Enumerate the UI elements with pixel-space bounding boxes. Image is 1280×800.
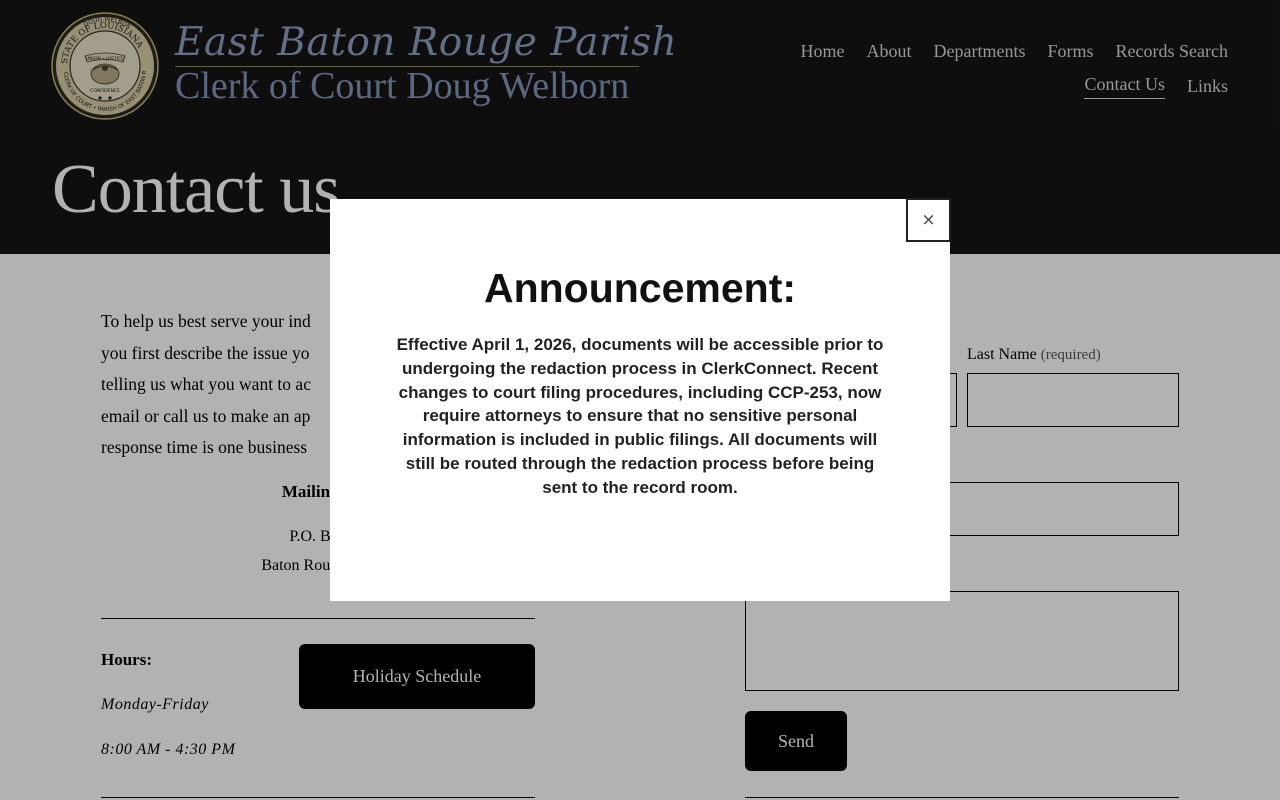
announcement-title: Announcement: bbox=[483, 265, 797, 311]
announcement-modal: × Announcement: Effective April 1, 2026,… bbox=[330, 198, 951, 601]
announcement-body: Effective April 1, 2026, documents will … bbox=[396, 335, 884, 497]
close-icon[interactable]: × bbox=[906, 198, 951, 242]
